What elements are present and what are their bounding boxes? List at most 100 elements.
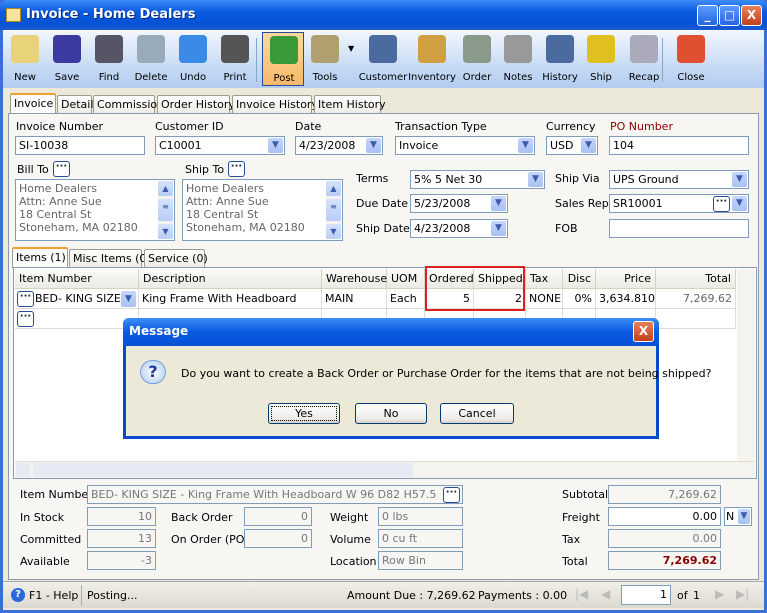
yes-button[interactable]: Yes <box>268 403 340 424</box>
scroll-thumb[interactable] <box>33 463 413 477</box>
chevron-down-icon[interactable]: ▼ <box>732 172 747 187</box>
chevron-down-icon[interactable]: ▼ <box>738 509 750 524</box>
maximize-button[interactable]: □ <box>719 5 740 26</box>
scroll-up-icon[interactable]: ▲ <box>158 181 173 196</box>
ship-via-select[interactable]: UPS Ground ▼ <box>609 170 749 189</box>
tab-item-history[interactable]: Item History <box>314 95 386 114</box>
post-check-icon <box>270 36 298 64</box>
grid-cell[interactable]: 0% <box>563 289 596 309</box>
grid-horizontal-scrollbar[interactable] <box>15 461 755 478</box>
column-header-tax[interactable]: Tax <box>526 269 563 289</box>
chevron-down-icon[interactable]: ▼ <box>121 291 136 307</box>
transaction-type-select[interactable]: Invoice ▼ <box>395 136 535 155</box>
address-line: Stoneham, MA 02180 <box>19 221 138 234</box>
chevron-down-icon[interactable]: ▼ <box>732 196 747 211</box>
no-button[interactable]: No <box>355 403 427 424</box>
next-page-icon[interactable]: ▶ <box>715 587 724 601</box>
freight-option-select[interactable]: N ▼ <box>724 507 752 526</box>
page-number-input[interactable]: 1 <box>621 585 671 605</box>
ship-to-address[interactable]: Home Dealers Attn: Anne Sue 18 Central S… <box>182 179 343 241</box>
back-order-label: Back Order <box>171 511 233 524</box>
grid-empty-cell[interactable] <box>15 309 139 329</box>
subtotal-field: 7,269.62 <box>608 485 721 504</box>
ship-to-ellipsis-button[interactable]: ··· <box>228 161 245 177</box>
tab-order-history[interactable]: Order History <box>157 95 235 114</box>
fob-input[interactable] <box>609 219 749 238</box>
tab-invoice-history[interactable]: Invoice History <box>232 95 318 114</box>
grid-cell[interactable]: King Frame With Headboard <box>139 289 322 309</box>
chevron-down-icon[interactable]: ▼ <box>491 196 506 211</box>
grid-cell[interactable]: 7,269.62 <box>656 289 736 309</box>
po-number-input[interactable]: 104 <box>609 136 749 155</box>
item-ellipsis-button[interactable]: ··· <box>443 487 460 503</box>
column-header-total[interactable]: Total <box>656 269 736 289</box>
sales-rep-select[interactable]: SR10001 ··· ▼ <box>609 194 749 213</box>
scroll-up-icon[interactable]: ▲ <box>326 181 341 196</box>
toolbar-separator <box>256 38 257 82</box>
tools-button[interactable]: Tools <box>304 32 346 86</box>
address-line: Attn: Anne Sue <box>186 195 269 208</box>
last-page-icon[interactable]: ▶| <box>736 587 749 601</box>
tab-misc-items[interactable]: Misc Items (0) <box>69 249 151 268</box>
grid-cell[interactable]: Each <box>387 289 425 309</box>
column-header-item-number[interactable]: Item Number <box>15 269 139 289</box>
date-picker[interactable]: 4/23/2008 ▼ <box>295 136 383 155</box>
close-button[interactable]: Close <box>670 32 712 86</box>
tab-items[interactable]: Items (1) <box>12 247 68 268</box>
invoice-number-input[interactable]: SI-10038 <box>15 136 145 155</box>
sales-rep-ellipsis-button[interactable]: ··· <box>713 196 730 212</box>
grid-cell[interactable]: NONE <box>526 289 563 309</box>
column-header-warehouse[interactable]: Warehouse <box>322 269 387 289</box>
column-header-disc[interactable]: Disc <box>563 269 596 289</box>
bill-to-ellipsis-button[interactable]: ··· <box>53 161 70 177</box>
terms-select[interactable]: 5% 5 Net 30 ▼ <box>410 170 545 189</box>
scroll-thumb[interactable]: ≡ <box>326 199 341 221</box>
ship-date-picker[interactable]: 4/23/2008 ▼ <box>410 219 508 238</box>
bill-to-address[interactable]: Home Dealers Attn: Anne Sue 18 Central S… <box>15 179 175 241</box>
grid-cell[interactable]: MAIN <box>322 289 387 309</box>
dialog-close-button[interactable]: X <box>633 321 654 342</box>
inventory-button[interactable]: Inventory <box>408 32 456 86</box>
print-button[interactable]: Print <box>214 32 256 86</box>
terms-value: 5% 5 Net 30 <box>414 173 483 186</box>
scroll-down-icon[interactable]: ▼ <box>158 224 173 239</box>
chevron-down-icon[interactable]: ▼ <box>366 138 381 153</box>
scroll-thumb[interactable]: ≡ <box>158 199 173 221</box>
grid-cell[interactable]: 3,634.8102 <box>596 289 656 309</box>
chevron-down-icon[interactable]: ▼ <box>528 172 543 187</box>
chevron-down-icon[interactable]: ▼ <box>268 138 283 153</box>
tab-invoice[interactable]: Invoice <box>10 93 56 114</box>
tab-commission[interactable]: Commission <box>93 95 164 114</box>
column-header-price[interactable]: Price <box>596 269 656 289</box>
currency-select[interactable]: USD ▼ <box>546 136 598 155</box>
address-line: Home Dealers <box>186 182 265 195</box>
column-header-description[interactable]: Description <box>139 269 322 289</box>
due-date-picker[interactable]: 5/23/2008 ▼ <box>410 194 508 213</box>
chevron-down-icon[interactable]: ▼ <box>491 221 506 236</box>
tools-dropdown-icon[interactable]: ▼ <box>348 44 354 53</box>
chevron-down-icon[interactable]: ▼ <box>518 138 533 153</box>
close-window-button[interactable]: X <box>741 5 762 26</box>
customer-button[interactable]: Customer <box>359 32 407 86</box>
scroll-left-icon[interactable] <box>16 463 30 477</box>
grid-vertical-scrollbar[interactable] <box>737 269 755 461</box>
first-page-icon[interactable]: |◀ <box>575 587 588 601</box>
due-date-value: 5/23/2008 <box>414 197 471 210</box>
recap-button[interactable]: Recap <box>623 32 665 86</box>
freight-input[interactable]: 0.00 <box>608 507 721 526</box>
scroll-down-icon[interactable]: ▼ <box>326 224 341 239</box>
row-ellipsis-button[interactable]: ··· <box>17 291 34 307</box>
scrollbar[interactable]: ▲ ≡ ▼ <box>326 181 341 239</box>
previous-page-icon[interactable]: ◀ <box>601 587 610 601</box>
in-stock-field: 10 <box>87 507 156 526</box>
grid-empty-cell[interactable] <box>656 309 736 329</box>
help-text[interactable]: F1 - Help <box>29 589 78 602</box>
minimize-button[interactable]: _ <box>697 5 718 26</box>
column-header-uom[interactable]: UOM <box>387 269 425 289</box>
tab-service[interactable]: Service (0) <box>144 249 208 268</box>
cancel-button[interactable]: Cancel <box>440 403 514 424</box>
scrollbar[interactable]: ▲ ≡ ▼ <box>158 181 173 239</box>
customer-id-select[interactable]: C10001 ▼ <box>155 136 285 155</box>
chevron-down-icon[interactable]: ▼ <box>581 138 596 153</box>
tab-detail[interactable]: Detail <box>57 95 93 114</box>
